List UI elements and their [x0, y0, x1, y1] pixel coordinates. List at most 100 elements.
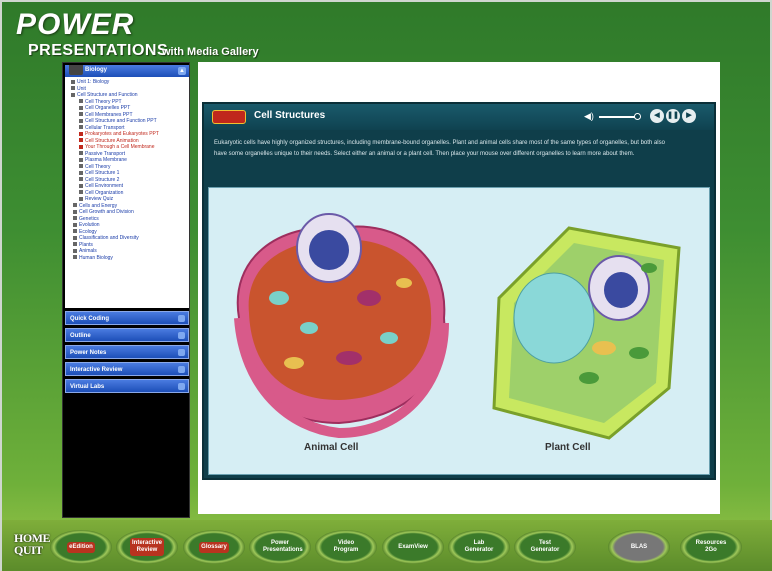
document-icon	[79, 138, 83, 143]
nav-button-label: Video Program	[333, 540, 359, 553]
collapse-icon[interactable]: ▲	[178, 67, 186, 75]
accordion-label: Interactive Review	[70, 367, 123, 373]
brand-media-gallery: with Media Gallery	[162, 46, 259, 58]
accordion-list: Quick Coding Outline Power Notes Interactiv…	[65, 311, 189, 396]
expand-icon[interactable]	[178, 366, 185, 373]
accordion-label: Quick Coding	[70, 316, 109, 322]
document-icon	[73, 255, 77, 260]
pause-icon[interactable]: ❚❚	[666, 109, 680, 123]
accordion-item[interactable]: Quick Coding	[65, 311, 189, 325]
expand-icon[interactable]	[178, 315, 185, 322]
nav-button[interactable]: Interactive Review	[116, 530, 178, 564]
expand-icon[interactable]	[178, 332, 185, 339]
accordion-label: Virtual Labs	[70, 384, 105, 390]
document-icon	[73, 235, 77, 240]
tree-item-label: Cell Membranes PPT	[85, 111, 133, 118]
expand-icon[interactable]	[178, 383, 185, 390]
document-icon	[79, 170, 83, 175]
nav-button[interactable]: Glossary	[183, 530, 245, 564]
tree-item-label: Plants	[79, 241, 93, 248]
tree-item-label: Cell Theory PPT	[85, 98, 122, 105]
nav-button-label: BLAS	[630, 543, 648, 550]
document-icon	[79, 190, 83, 195]
document-icon	[79, 157, 83, 162]
document-icon	[73, 203, 77, 208]
plant-cell-caption[interactable]: Plant Cell	[545, 442, 591, 453]
speaker-icon[interactable]: ◀)	[584, 111, 594, 122]
document-icon	[79, 183, 83, 188]
accordion-item[interactable]: Virtual Labs	[65, 379, 189, 393]
document-icon	[79, 125, 83, 130]
expand-icon[interactable]	[178, 349, 185, 356]
forward-icon[interactable]: ▶	[682, 109, 696, 123]
document-icon	[79, 105, 83, 110]
tree-item[interactable]: Human Biology	[69, 255, 189, 262]
tree-item-label: Cell Structure and Function	[77, 92, 138, 98]
nav-button[interactable]: Lab Generator	[448, 530, 510, 564]
back-icon[interactable]: ◀	[650, 109, 664, 123]
document-icon	[73, 248, 77, 253]
book-icon	[69, 65, 83, 75]
tree-item-label: Animals	[79, 248, 97, 254]
tree-item-label: Ecology	[79, 228, 97, 235]
nav-button[interactable]: Video Program	[315, 530, 377, 564]
nav-button-label: Glossary	[199, 541, 229, 553]
tree-item-label: Plasma Membrane	[85, 157, 127, 163]
nav-button-label: Test Generator	[530, 540, 560, 553]
nav-button-label: Interactive Review	[130, 538, 164, 556]
document-icon	[79, 118, 83, 123]
tree-item-label: Cells and Energy	[79, 202, 118, 209]
document-icon	[73, 222, 77, 227]
accordion-item[interactable]: Power Notes	[65, 345, 189, 359]
nav-button[interactable]: Power Presentations	[249, 530, 311, 564]
brand-presentations: PRESENTATIONS	[28, 42, 169, 59]
publisher-logo	[212, 110, 246, 124]
viewer-header: Cell Structures ◀) ◀ ❚❚ ▶	[204, 104, 714, 130]
nav-button-label: Power Presentations	[263, 540, 303, 553]
nav-button[interactable]: eEdition	[50, 530, 112, 564]
tree-item-label: Classification and Diversity	[79, 235, 139, 241]
viewer-description: Eukaryotic cells have highly organized s…	[214, 140, 665, 157]
bottom-nav: HOME QUIT eEdition Interactive Review Glos…	[2, 520, 772, 571]
cell-viewer: Cell Structures ◀) ◀ ❚❚ ▶ Eukaryotic cel…	[202, 102, 716, 480]
tree-item-label: Cell Growth and Division	[79, 209, 134, 215]
cells-illustration	[234, 213, 681, 440]
nav-button[interactable]: BLAS	[608, 530, 670, 564]
animal-cell-graphic[interactable]	[234, 213, 449, 439]
document-icon	[73, 209, 77, 214]
volume-knob[interactable]	[634, 113, 641, 120]
document-icon	[79, 164, 83, 169]
brand-power: POWER	[16, 8, 135, 41]
tree-title: Biology	[85, 67, 107, 73]
quit-label: QUIT	[14, 543, 43, 557]
tree-header[interactable]: Biology ▲	[65, 65, 189, 77]
document-icon	[73, 216, 77, 221]
document-icon	[79, 99, 83, 104]
tree-item-label: Your Through a Cell Membrane	[85, 144, 155, 150]
tree-panel: Biology ▲ Unit 1: Biology Unit Cell Struct…	[65, 65, 189, 308]
nav-button[interactable]: ExamView	[382, 530, 444, 564]
nav-button-label: Resources 2Go	[695, 540, 727, 553]
tree-item-label: Prokaryotes and Eukaryotes PPT	[85, 131, 159, 137]
nav-button[interactable]: Test Generator	[514, 530, 576, 564]
animal-cell-caption[interactable]: Animal Cell	[304, 442, 358, 453]
accordion-label: Power Notes	[70, 350, 107, 356]
volume-slider[interactable]	[599, 116, 635, 118]
tree-item-label: Evolution	[79, 222, 100, 228]
nav-button[interactable]: Resources 2Go	[680, 530, 742, 564]
accordion-item[interactable]: Interactive Review	[65, 362, 189, 376]
nav-button-label: eEdition	[67, 541, 95, 553]
plant-cell-graphic[interactable]	[492, 226, 681, 440]
document-icon	[71, 86, 75, 91]
tree-item-label: Cell Structure 1	[85, 170, 120, 176]
tree-item-label: Human Biology	[79, 254, 113, 261]
tree-item-label: Cell Organelles PPT	[85, 105, 131, 111]
home-quit-button[interactable]: HOME QUIT	[14, 532, 51, 557]
document-icon	[79, 196, 83, 201]
tree-item-label: Cellular Transport	[85, 124, 125, 131]
document-icon	[79, 177, 83, 182]
document-icon	[79, 131, 83, 136]
document-icon	[71, 92, 75, 97]
accordion-item[interactable]: Outline	[65, 328, 189, 342]
document-icon	[73, 229, 77, 234]
